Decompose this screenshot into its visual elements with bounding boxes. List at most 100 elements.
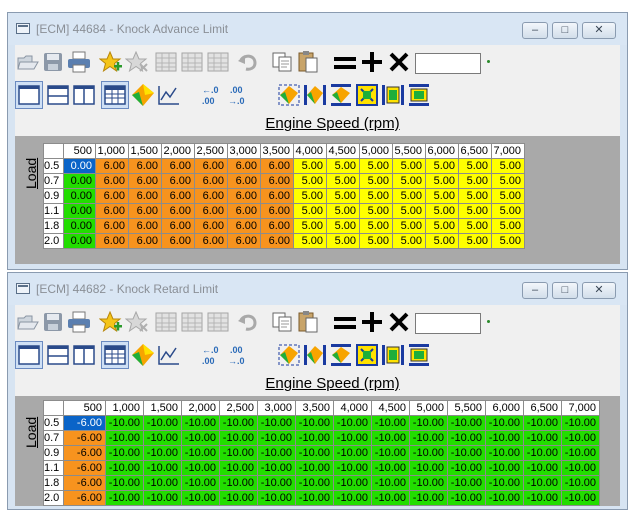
- table-cell[interactable]: 5.00: [359, 158, 393, 174]
- multiply-icon[interactable]: [389, 52, 409, 72]
- minimize-button[interactable]: –: [522, 282, 548, 299]
- table-cell[interactable]: -10.00: [181, 430, 220, 446]
- undo-icon[interactable]: [237, 52, 259, 72]
- table-cell[interactable]: -10.00: [181, 415, 220, 431]
- undo-icon[interactable]: [237, 312, 259, 332]
- table-cell[interactable]: -10.00: [143, 445, 182, 461]
- print-icon[interactable]: [67, 51, 91, 73]
- table-cell[interactable]: 6.00: [161, 158, 195, 174]
- table-cell[interactable]: -10.00: [105, 490, 144, 506]
- table-cell[interactable]: 5.00: [491, 218, 525, 234]
- table-cell[interactable]: 6.00: [128, 158, 162, 174]
- table-cell[interactable]: 5.00: [326, 188, 360, 204]
- table-cell[interactable]: -10.00: [371, 490, 410, 506]
- table-cell[interactable]: -10.00: [561, 490, 600, 506]
- table-cell[interactable]: -10.00: [409, 430, 448, 446]
- multiply-icon[interactable]: [389, 312, 409, 332]
- table-cell[interactable]: -10.00: [143, 460, 182, 476]
- table-cell[interactable]: 6.00: [95, 233, 129, 249]
- table-cell[interactable]: 6.00: [161, 218, 195, 234]
- maximize-button[interactable]: □: [552, 22, 578, 39]
- 3d-map-icon[interactable]: [131, 343, 155, 367]
- table-cell[interactable]: 5.00: [425, 203, 459, 219]
- interpolate-icon-5[interactable]: [381, 83, 405, 107]
- interpolate-icon-2[interactable]: [303, 343, 327, 367]
- table-cell[interactable]: 6.00: [161, 203, 195, 219]
- table-cell[interactable]: -10.00: [295, 460, 334, 476]
- table-cell[interactable]: 6.00: [260, 203, 294, 219]
- table-cell[interactable]: 6.00: [128, 233, 162, 249]
- table-cell[interactable]: 0.00: [63, 173, 96, 189]
- graph-icon[interactable]: [157, 84, 181, 106]
- table-cell[interactable]: 5.00: [458, 203, 492, 219]
- table-cell[interactable]: 5.00: [359, 203, 393, 219]
- interpolate-icon-3[interactable]: [329, 343, 353, 367]
- table-cell[interactable]: -10.00: [257, 415, 296, 431]
- table-cell[interactable]: -10.00: [485, 490, 524, 506]
- decimal-decrease-icon[interactable]: ←.0.00: [201, 84, 223, 106]
- table-select-icon-1[interactable]: [155, 312, 177, 332]
- table-cell[interactable]: -10.00: [105, 430, 144, 446]
- table-cell[interactable]: 6.00: [227, 218, 261, 234]
- equals-icon[interactable]: [333, 53, 357, 73]
- table-cell[interactable]: -10.00: [219, 445, 258, 461]
- table-cell[interactable]: 6.00: [194, 218, 228, 234]
- equals-icon[interactable]: [333, 313, 357, 333]
- table-cell[interactable]: -10.00: [447, 415, 486, 431]
- table-cell[interactable]: -10.00: [181, 475, 220, 491]
- table-cell[interactable]: -10.00: [523, 415, 562, 431]
- table-cell[interactable]: -10.00: [295, 415, 334, 431]
- table-cell[interactable]: -10.00: [257, 445, 296, 461]
- table-cell[interactable]: 5.00: [425, 233, 459, 249]
- table-cell[interactable]: 5.00: [491, 188, 525, 204]
- table-cell[interactable]: -10.00: [523, 475, 562, 491]
- data-table[interactable]: 500 1,000 1,500 2,000 2,500 3,000 3,500 4,000 4,…: [43, 143, 525, 249]
- table-cell[interactable]: -10.00: [485, 475, 524, 491]
- table-cell[interactable]: -10.00: [181, 460, 220, 476]
- table-cell[interactable]: -10.00: [485, 445, 524, 461]
- table-cell[interactable]: 0.00: [63, 203, 96, 219]
- table-cell[interactable]: 6.00: [260, 173, 294, 189]
- table-cell[interactable]: 6.00: [194, 173, 228, 189]
- interpolate-icon-1[interactable]: [277, 343, 301, 367]
- table-cell[interactable]: 5.00: [392, 158, 426, 174]
- table-cell[interactable]: -10.00: [143, 475, 182, 491]
- table-cell[interactable]: -10.00: [105, 445, 144, 461]
- table-view-icon[interactable]: [101, 341, 129, 369]
- table-cell[interactable]: -10.00: [257, 490, 296, 506]
- table-cell[interactable]: -10.00: [523, 490, 562, 506]
- table-cell[interactable]: -10.00: [181, 445, 220, 461]
- table-cell[interactable]: -10.00: [295, 490, 334, 506]
- save-icon[interactable]: [43, 52, 63, 72]
- table-cell[interactable]: 5.00: [491, 158, 525, 174]
- table-cell[interactable]: 5.00: [359, 173, 393, 189]
- table-cell[interactable]: 6.00: [227, 158, 261, 174]
- table-cell[interactable]: 0.00: [63, 188, 96, 204]
- table-cell[interactable]: 5.00: [293, 203, 327, 219]
- table-cell[interactable]: -10.00: [409, 415, 448, 431]
- table-select-icon-3[interactable]: [207, 312, 229, 332]
- table-cell[interactable]: -10.00: [295, 430, 334, 446]
- split-horizontal-icon[interactable]: [45, 342, 71, 368]
- table-cell[interactable]: 6.00: [227, 173, 261, 189]
- table-cell[interactable]: -6.00: [63, 475, 106, 491]
- table-cell[interactable]: 6.00: [194, 203, 228, 219]
- interpolate-icon-4[interactable]: [355, 83, 379, 107]
- title-bar[interactable]: [ECM] 44682 - Knock Retard Limit – □ ✕: [8, 273, 627, 305]
- table-cell[interactable]: -10.00: [561, 460, 600, 476]
- table-cell[interactable]: -10.00: [523, 445, 562, 461]
- table-cell[interactable]: -10.00: [333, 490, 372, 506]
- print-icon[interactable]: [67, 311, 91, 333]
- table-cell[interactable]: -10.00: [447, 430, 486, 446]
- split-vertical-icon[interactable]: [71, 342, 97, 368]
- table-cell[interactable]: 5.00: [326, 203, 360, 219]
- table-cell[interactable]: 5.00: [392, 218, 426, 234]
- table-cell[interactable]: -10.00: [333, 430, 372, 446]
- table-cell[interactable]: 5.00: [425, 218, 459, 234]
- table-cell[interactable]: 5.00: [392, 188, 426, 204]
- interpolate-icon-4[interactable]: [355, 343, 379, 367]
- table-cell[interactable]: 5.00: [359, 218, 393, 234]
- decimal-increase-icon[interactable]: .00 →.0: [227, 344, 249, 366]
- table-cell[interactable]: 0.00: [63, 218, 96, 234]
- table-cell[interactable]: -10.00: [561, 445, 600, 461]
